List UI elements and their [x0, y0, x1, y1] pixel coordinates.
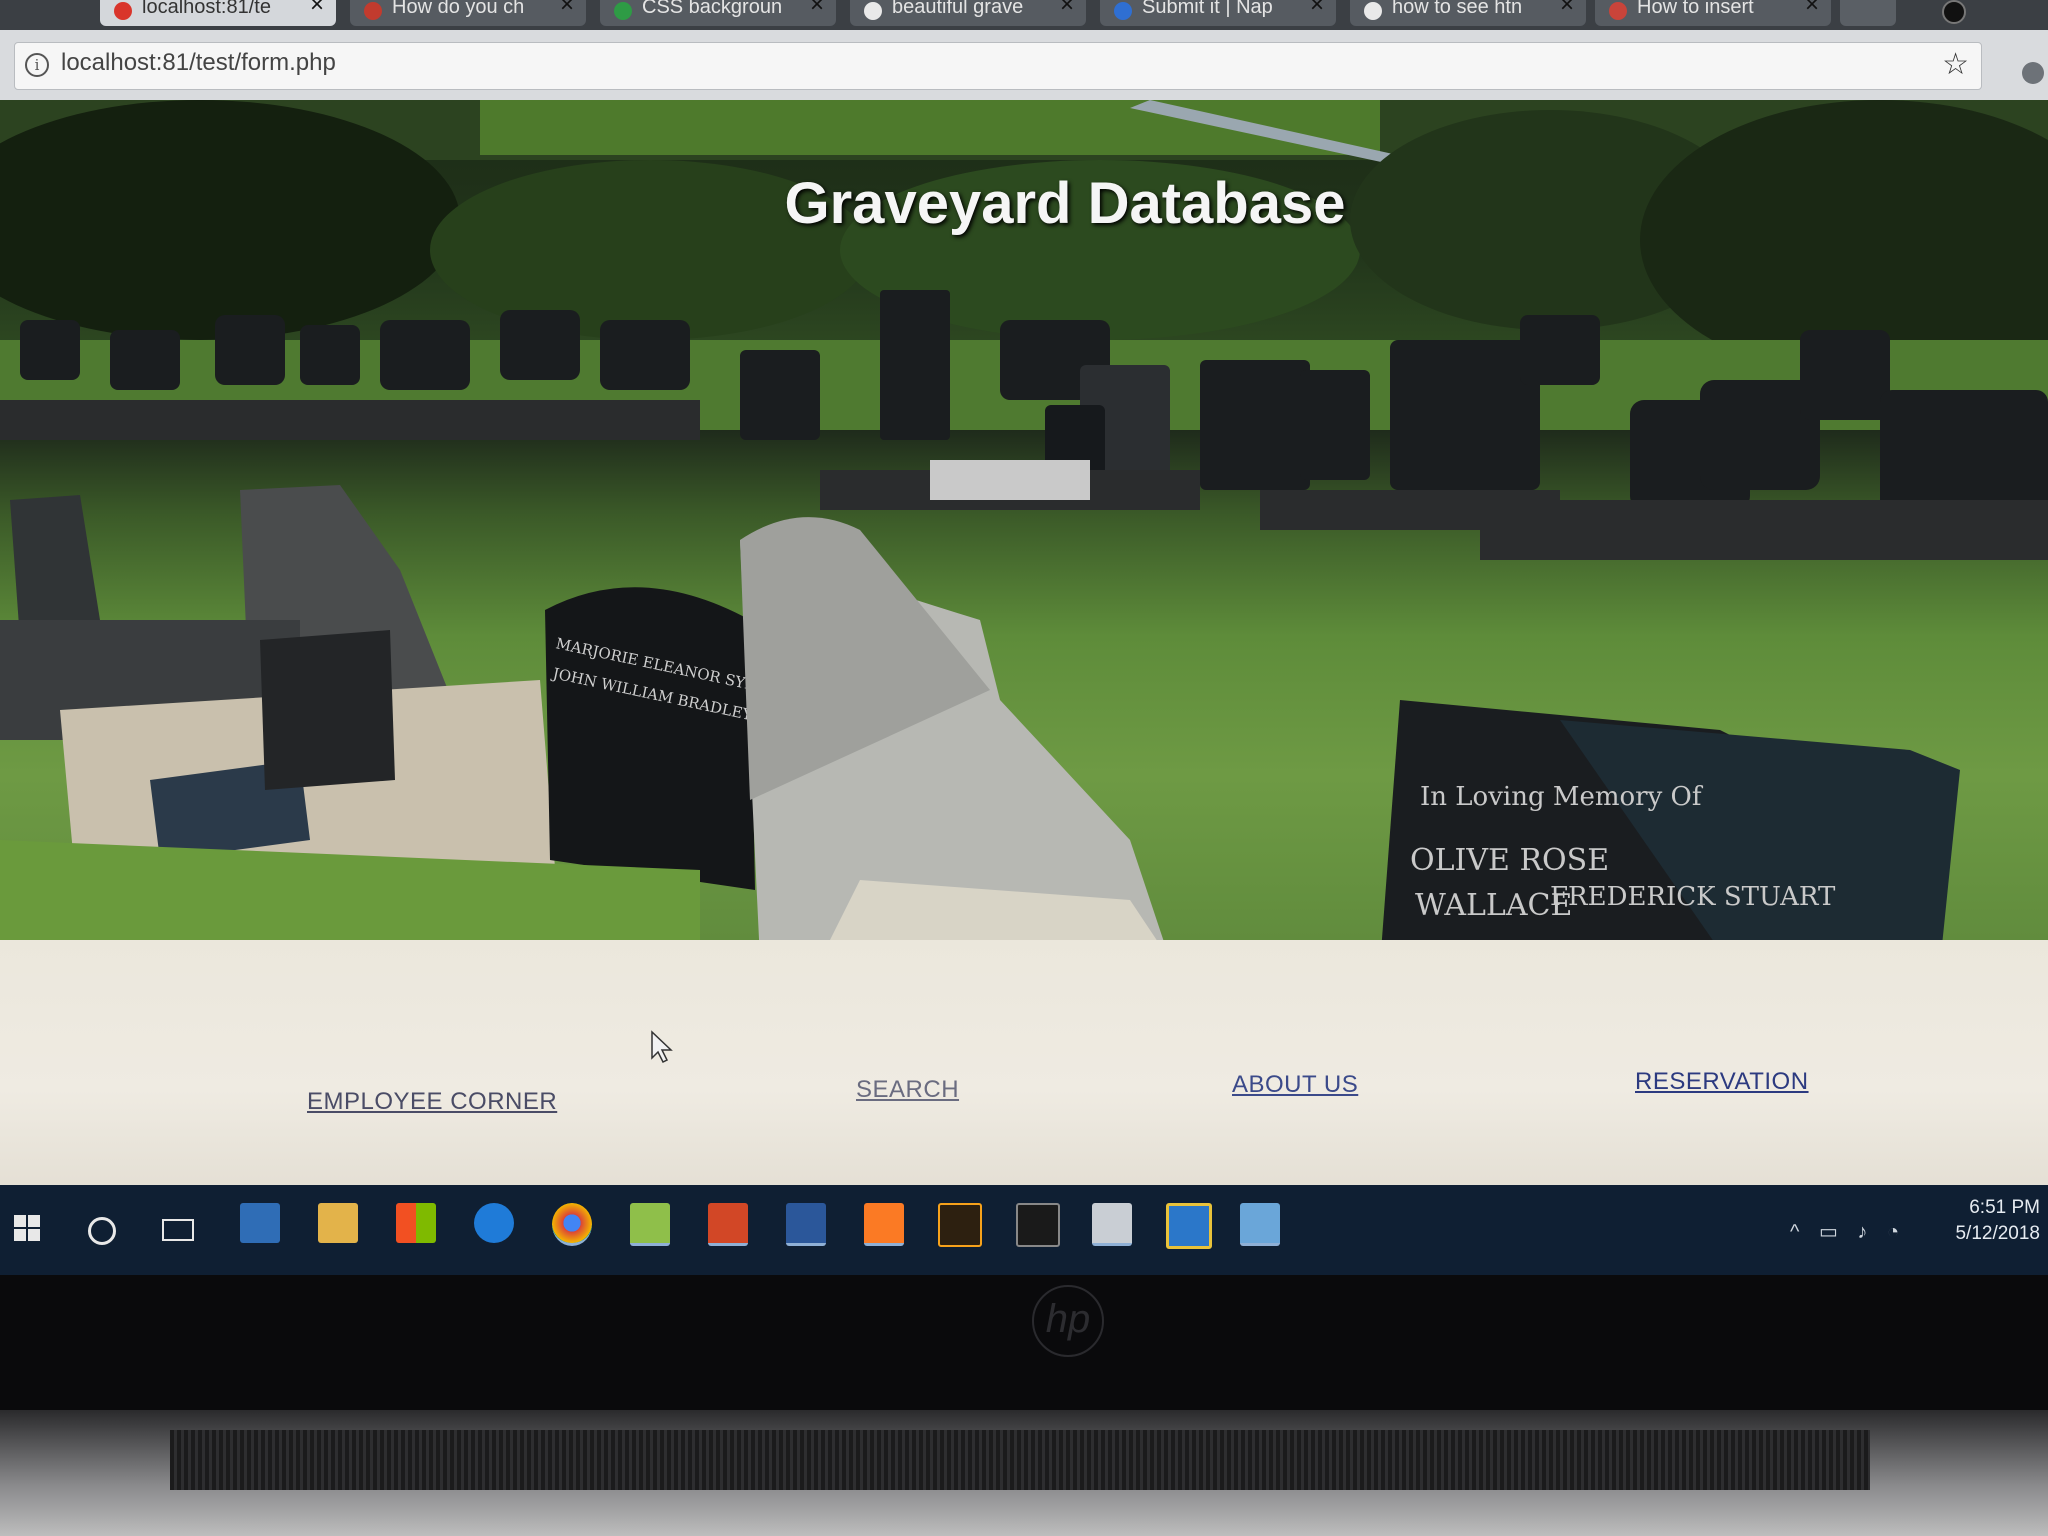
clock-time: 6:51 PM: [1969, 1197, 2040, 1218]
headstone-inscription: OLIVE ROSE: [1410, 843, 1609, 878]
powerpoint-icon[interactable]: [708, 1203, 748, 1246]
profile-icon[interactable]: [1942, 0, 1966, 24]
tab-submit-it[interactable]: Submit it | Nap ×: [1100, 0, 1336, 26]
clock-date: 5/12/2018: [1955, 1223, 2040, 1244]
tab-strip: localhost:81/te × How do you ch × CSS ba…: [0, 0, 2048, 30]
xampp-favicon-icon: [114, 2, 132, 20]
nav-link-about-us[interactable]: ABOUT US: [1232, 1071, 1358, 1099]
illustrator-icon[interactable]: [938, 1203, 982, 1247]
favicon-icon: [1114, 2, 1132, 20]
volume-icon[interactable]: ♪: [1857, 1221, 1867, 1243]
favicon-icon: [614, 2, 632, 20]
store-icon[interactable]: [396, 1203, 436, 1243]
close-icon[interactable]: ×: [1060, 0, 1074, 17]
taskbar: ^ ▭ ♪ ◔ 6:51 PM 5/12/2018: [0, 1185, 2048, 1275]
nav-link-employee-corner[interactable]: EMPLOYEE CORNER: [307, 1088, 557, 1116]
nav-link-reservation[interactable]: RESERVATION: [1635, 1068, 1809, 1096]
tab-how-to-insert[interactable]: How to insert ×: [1595, 0, 1831, 26]
extension-icon[interactable]: [2022, 62, 2044, 84]
bookmark-star-icon[interactable]: ☆: [1942, 47, 1969, 82]
clock[interactable]: 6:51 PM 5/12/2018: [1930, 1195, 2040, 1247]
url-text[interactable]: localhost:81/test/form.php: [61, 49, 336, 77]
info-icon[interactable]: i: [25, 53, 49, 77]
page-title: Graveyard Database: [784, 171, 1346, 236]
hero-banner: MARJORIE ELEANOR SYKES JOHN WILLIAM BRAD…: [0, 100, 2048, 965]
tab-title: localhost:81/te: [142, 0, 271, 18]
favicon-icon: [364, 2, 382, 20]
close-icon[interactable]: ×: [560, 0, 574, 17]
tab-css-background[interactable]: CSS backgroun ×: [600, 0, 836, 26]
file-explorer-icon[interactable]: [318, 1203, 358, 1243]
tab-title: Submit it | Nap: [1142, 0, 1273, 18]
speaker-vent: [170, 1430, 1870, 1490]
virtualbox-icon[interactable]: [1166, 1203, 1212, 1249]
favicon-icon: [1609, 2, 1627, 20]
image-viewer-icon[interactable]: [1240, 1203, 1280, 1246]
tab-title: how to see htn: [1392, 0, 1523, 18]
mouse-cursor-icon: [651, 1030, 673, 1064]
chevron-up-icon[interactable]: ^: [1790, 1221, 1799, 1243]
system-tray[interactable]: ^ ▭ ♪ ◔: [1790, 1219, 1899, 1244]
google-favicon-icon: [1364, 2, 1382, 20]
tab-title: CSS backgroun: [642, 0, 783, 18]
address-bar[interactable]: i localhost:81/test/form.php ☆: [14, 42, 1982, 90]
close-icon[interactable]: ×: [1805, 0, 1819, 17]
terminal-icon[interactable]: [1016, 1203, 1060, 1247]
edge-icon[interactable]: [474, 1203, 514, 1243]
chrome-icon[interactable]: [552, 1203, 592, 1246]
close-icon[interactable]: ×: [810, 0, 824, 17]
nav-bar: EMPLOYEE CORNER SEARCH ABOUT US RESERVAT…: [0, 940, 2048, 1190]
close-icon[interactable]: ×: [1560, 0, 1574, 17]
headstone-inscription: FREDERICK STUART: [1550, 882, 1836, 912]
photos-icon[interactable]: [1092, 1203, 1132, 1246]
tab-how-do-you[interactable]: How do you ch ×: [350, 0, 586, 26]
windows-start-icon[interactable]: [14, 1215, 40, 1241]
word-icon[interactable]: [786, 1203, 826, 1246]
new-tab-button[interactable]: [1840, 0, 1896, 26]
tab-how-to-see[interactable]: how to see htn ×: [1350, 0, 1586, 26]
browser-toolbar: i localhost:81/test/form.php ☆: [0, 30, 2048, 100]
wifi-icon[interactable]: ◔: [1887, 1221, 1899, 1243]
tab-title: beautiful grave: [892, 0, 1024, 18]
tab-beautiful-grave[interactable]: beautiful grave ×: [850, 0, 1086, 26]
headstone-inscription: WALLACE: [1415, 888, 1572, 923]
notepad-plus-icon[interactable]: [630, 1203, 670, 1246]
tab-localhost[interactable]: localhost:81/te ×: [100, 0, 336, 26]
nav-link-search[interactable]: SEARCH: [856, 1076, 959, 1104]
xampp-icon[interactable]: [864, 1203, 904, 1246]
hp-logo: hp: [1032, 1285, 1104, 1357]
cortana-search-icon[interactable]: [88, 1217, 116, 1245]
tab-title: How do you ch: [392, 0, 525, 18]
headstone-inscription: In Loving Memory Of: [1420, 782, 1704, 812]
battery-icon[interactable]: ▭: [1819, 1221, 1838, 1243]
desktop-app-icon[interactable]: [240, 1203, 280, 1243]
tab-title: How to insert: [1637, 0, 1754, 18]
close-icon[interactable]: ×: [1310, 0, 1324, 17]
google-favicon-icon: [864, 2, 882, 20]
task-view-icon[interactable]: [162, 1219, 194, 1241]
close-icon[interactable]: ×: [310, 0, 324, 17]
